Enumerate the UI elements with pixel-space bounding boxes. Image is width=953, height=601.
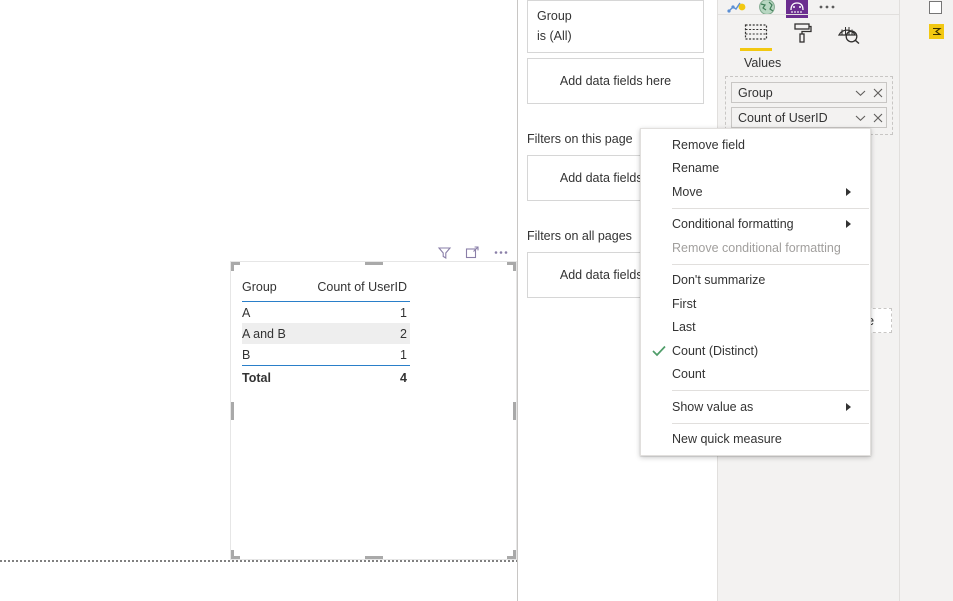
- more-options-icon[interactable]: [493, 245, 509, 260]
- resize-handle-top-right[interactable]: [513, 262, 516, 271]
- table-grid: Group Count of UserID A 1 A and B 2 B 1 …: [242, 280, 410, 388]
- resize-handle-bottom-right[interactable]: [513, 550, 516, 559]
- gallery-separator: [718, 14, 900, 15]
- cell-total-value: 4: [302, 365, 410, 388]
- power-bi-report-view: Group Count of UserID A 1 A and B 2 B 1 …: [0, 0, 953, 601]
- filter-card-condition: is (All): [537, 29, 572, 43]
- menu-item-conditional-formatting[interactable]: Conditional formatting: [641, 213, 870, 237]
- menu-item-label: Rename: [672, 161, 720, 176]
- menu-separator: [672, 207, 869, 209]
- menu-item-first[interactable]: First: [641, 292, 870, 316]
- resize-handle-left[interactable]: [231, 401, 234, 420]
- menu-item-dont-summarize[interactable]: Don't summarize: [641, 269, 870, 293]
- menu-item-label: Remove conditional formatting: [672, 240, 841, 255]
- table-row[interactable]: A 1: [242, 302, 410, 324]
- chevron-down-icon[interactable]: [852, 108, 869, 128]
- values-field-well[interactable]: Group Count of UserID: [725, 76, 893, 135]
- menu-item-rename[interactable]: Rename: [641, 157, 870, 181]
- focus-mode-icon[interactable]: [465, 245, 480, 260]
- column-header-count[interactable]: Count of UserID: [302, 280, 410, 302]
- report-canvas[interactable]: Group Count of UserID A 1 A and B 2 B 1 …: [0, 0, 518, 601]
- filter-card-field: Group: [537, 9, 572, 23]
- cell-count: 1: [400, 305, 407, 320]
- menu-item-label: Remove field: [672, 137, 745, 152]
- field-chip-label: Group: [738, 85, 773, 100]
- field-context-menu[interactable]: Remove field Rename Move Conditional for…: [640, 128, 871, 456]
- visual-filter-drop-zone[interactable]: Add data fields here: [527, 58, 704, 104]
- tab-analytics[interactable]: [834, 18, 862, 48]
- cell-count: 1: [400, 347, 407, 362]
- menu-item-show-value-as[interactable]: Show value as: [641, 395, 870, 419]
- menu-item-label: First: [672, 296, 697, 311]
- submenu-arrow-icon: [846, 220, 851, 229]
- table-total-row: Total 4: [242, 365, 410, 388]
- field-chip-group[interactable]: Group: [731, 82, 887, 103]
- resize-handle-bottom-left[interactable]: [231, 550, 234, 559]
- visualization-pane-tabs: [718, 16, 900, 51]
- remove-field-icon[interactable]: [869, 83, 886, 103]
- menu-item-label: Count (Distinct): [672, 343, 759, 358]
- values-well-title: Values: [744, 56, 782, 70]
- remove-field-icon[interactable]: [869, 108, 886, 128]
- cell-group: A: [242, 305, 251, 320]
- table-header-row: Group Count of UserID: [242, 280, 410, 302]
- menu-separator: [672, 422, 869, 424]
- menu-separator: [672, 390, 869, 391]
- cell-group: B: [242, 347, 251, 362]
- table-row[interactable]: B 1: [242, 344, 410, 366]
- cell-total-label: Total: [242, 365, 302, 388]
- checkmark-icon: [652, 345, 666, 357]
- resize-handle-right[interactable]: [513, 401, 516, 420]
- menu-item-label: Conditional formatting: [672, 217, 794, 232]
- resize-handle-top-left[interactable]: [231, 262, 234, 271]
- sigma-measure-icon[interactable]: [929, 24, 944, 39]
- menu-item-label: Don't summarize: [672, 273, 766, 288]
- filters-on-this-page-title: Filters on this page: [527, 132, 633, 146]
- menu-item-last[interactable]: Last: [641, 316, 870, 340]
- active-tab-underline: [740, 48, 772, 51]
- fields-pane: [900, 0, 953, 601]
- table-visual-container[interactable]: Group Count of UserID A 1 A and B 2 B 1 …: [229, 245, 518, 562]
- tab-format[interactable]: [788, 18, 816, 48]
- table-visual[interactable]: Group Count of UserID A 1 A and B 2 B 1 …: [230, 261, 517, 560]
- menu-item-remove-conditional-formatting: Remove conditional formatting: [641, 236, 870, 260]
- menu-item-label: Count: [672, 367, 706, 382]
- resize-handle-top[interactable]: [364, 262, 383, 265]
- field-checkbox[interactable]: [929, 1, 942, 14]
- menu-item-label: Move: [672, 184, 703, 199]
- menu-item-remove-field[interactable]: Remove field: [641, 133, 870, 157]
- field-chip-label: Count of UserID: [738, 110, 828, 125]
- visual-header-toolbar: [229, 243, 518, 261]
- visualization-gallery: [718, 0, 900, 18]
- menu-item-move[interactable]: Move: [641, 180, 870, 204]
- menu-item-label: Show value as: [672, 399, 754, 414]
- filter-icon[interactable]: [437, 245, 452, 260]
- chevron-down-icon[interactable]: [852, 83, 869, 103]
- menu-item-count-distinct[interactable]: Count (Distinct): [641, 339, 870, 363]
- tab-fields[interactable]: [740, 18, 772, 51]
- field-chip-count-of-userid[interactable]: Count of UserID: [731, 107, 887, 128]
- menu-item-count[interactable]: Count: [641, 363, 870, 387]
- column-header-group[interactable]: Group: [242, 280, 302, 302]
- menu-item-label: New quick measure: [672, 432, 782, 447]
- data-table: Group Count of UserID A 1 A and B 2 B 1 …: [242, 280, 410, 388]
- menu-separator: [672, 263, 869, 265]
- submenu-arrow-icon: [846, 187, 851, 196]
- submenu-arrow-icon: [846, 402, 851, 411]
- filters-on-all-pages-title: Filters on all pages: [527, 229, 632, 243]
- cell-count: 2: [302, 323, 410, 344]
- resize-handle-bottom[interactable]: [364, 556, 383, 559]
- menu-item-label: Last: [672, 320, 696, 335]
- menu-item-new-quick-measure[interactable]: New quick measure: [641, 428, 870, 452]
- filter-card-group[interactable]: Group is (All): [527, 0, 704, 53]
- table-row[interactable]: A and B 2: [242, 323, 410, 344]
- cell-group: A and B: [242, 323, 302, 344]
